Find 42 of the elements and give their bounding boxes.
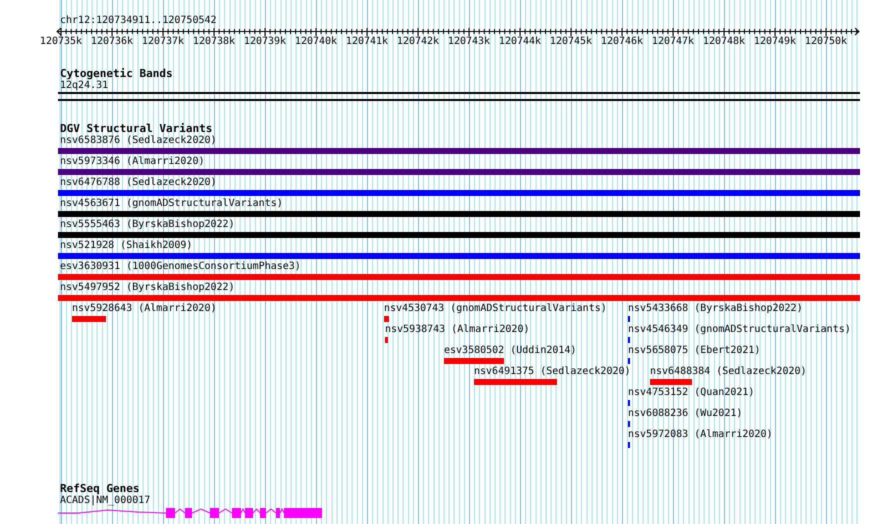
feature-label: nsv6476788 (Sedlazeck2020) [60, 177, 217, 189]
feature-label: esv3630931 (1000GenomesConsortiumPhase3) [60, 261, 301, 273]
location-label: chr12:120734911..120750542 [60, 15, 217, 27]
feature-label: nsv4546349 (gnomADStructuralVariants) [628, 324, 851, 336]
tick-label: 120736k [90, 36, 134, 47]
tick-label: 120746k [600, 36, 644, 47]
tick-label: 120743k [448, 36, 490, 47]
tick-label: 120742k [396, 36, 440, 47]
tick-label: 120739k [244, 36, 286, 47]
track-title: RefSeq Genes [60, 483, 140, 495]
track-title: Cytogenetic Bands [60, 68, 173, 80]
feature-label: nsv5658075 (Ebert2021) [628, 345, 760, 357]
feature-label: nsv6088236 (Wu2021) [628, 408, 742, 420]
tick-label: 120735k [40, 36, 82, 47]
feature-label: nsv5938743 (Almarri2020) [385, 324, 530, 336]
tick-label: 120737k [142, 36, 184, 47]
tick-label: 120748k [702, 36, 746, 47]
tick-label: 120749k [754, 36, 796, 47]
tick-label: 120740k [294, 36, 338, 47]
feature-label: nsv5972083 (Almarri2020) [628, 429, 772, 441]
tick-label: 120750k [804, 36, 848, 47]
feature-label: nsv4563671 (gnomADStructuralVariants) [60, 198, 283, 210]
tick-label: 120745k [550, 36, 592, 47]
track-title: DGV Structural Variants [60, 123, 212, 135]
feature-label: nsv5497952 (ByrskaBishop2022) [60, 282, 235, 294]
feature-label: nsv5555463 (ByrskaBishop2022) [60, 219, 235, 231]
feature-label: nsv521928 (Shaikh2009) [60, 240, 192, 252]
gene-label: ACADS|NM_000017 [60, 495, 150, 507]
tick-label: 120738k [192, 36, 236, 47]
feature-label: esv3580502 (Uddin2014) [444, 345, 576, 357]
feature-label: nsv5928643 (Almarri2020) [72, 303, 216, 315]
feature-label: nsv4753152 (Quan2021) [628, 387, 754, 399]
feature-label: nsv5973346 (Almarri2020) [60, 156, 204, 168]
tick-label: 120744k [498, 36, 542, 47]
band-label: 12q24.31 [60, 80, 108, 92]
feature-label: nsv6491375 (Sedlazeck2020) [474, 366, 631, 378]
tick-label: 120741k [346, 36, 388, 47]
feature-label: nsv6583876 (Sedlazeck2020) [60, 135, 217, 147]
tick-label: 120747k [652, 36, 694, 47]
feature-label: nsv4530743 (gnomADStructuralVariants) [384, 303, 607, 315]
feature-label: nsv5433668 (ByrskaBishop2022) [628, 303, 803, 315]
feature-label: nsv6488384 (Sedlazeck2020) [650, 366, 807, 378]
